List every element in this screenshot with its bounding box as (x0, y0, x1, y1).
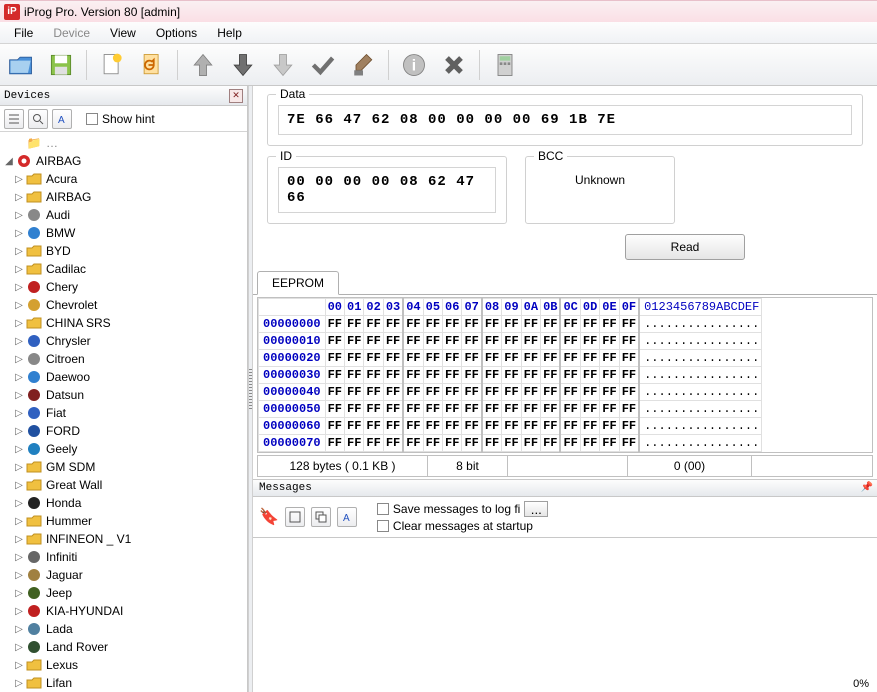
tree-item-datsun[interactable]: ▷Datsun (0, 386, 247, 404)
menu-file[interactable]: File (4, 23, 43, 43)
title-bar: iP iProg Pro. Version 80 [admin] (0, 0, 877, 22)
menu-bar: FileDeviceViewOptionsHelp (0, 22, 877, 44)
messages-header: Messages 📌 (253, 479, 877, 497)
new-doc-button[interactable] (95, 48, 129, 82)
tree-root-airbag[interactable]: ◢AIRBAG (0, 152, 247, 170)
pin-icon[interactable]: 📌 (861, 482, 873, 494)
tree-item-ford[interactable]: ▷FORD (0, 422, 247, 440)
tree-item-lada[interactable]: ▷Lada (0, 620, 247, 638)
tree-item-lexus[interactable]: ▷Lexus (0, 656, 247, 674)
show-hint-checkbox[interactable] (86, 113, 98, 125)
search-button[interactable] (28, 109, 48, 129)
window-title: iProg Pro. Version 80 [admin] (24, 5, 180, 19)
tree-item-gm-sdm[interactable]: ▷GM SDM (0, 458, 247, 476)
svg-text:A: A (343, 513, 350, 523)
save-log-label: Save messages to log fi (393, 502, 520, 516)
status-bits: 8 bit (428, 456, 508, 476)
msg-btn-3[interactable]: A (337, 507, 357, 527)
download-button[interactable] (226, 48, 260, 82)
tree-item-lifan[interactable]: ▷Lifan (0, 674, 247, 692)
svg-text:A: A (58, 115, 65, 125)
info-button[interactable]: i (397, 48, 431, 82)
clear-startup-label: Clear messages at startup (393, 519, 533, 533)
menu-options[interactable]: Options (146, 23, 207, 43)
messages-body: 0% (253, 537, 877, 692)
list-view-button[interactable] (4, 109, 24, 129)
tree-item-acura[interactable]: ▷Acura (0, 170, 247, 188)
svg-text:i: i (412, 57, 416, 74)
tree-item-infiniti[interactable]: ▷Infiniti (0, 548, 247, 566)
tab-eeprom[interactable]: EEPROM (257, 271, 339, 295)
tree-item-jaguar[interactable]: ▷Jaguar (0, 566, 247, 584)
app-icon: iP (4, 4, 20, 20)
tree-item-hummer[interactable]: ▷Hummer (0, 512, 247, 530)
tree-item-bmw[interactable]: ▷BMW (0, 224, 247, 242)
menu-view[interactable]: View (100, 23, 146, 43)
tree-item-citroen[interactable]: ▷Citroen (0, 350, 247, 368)
status-last (752, 456, 872, 476)
tree-item-fiat[interactable]: ▷Fiat (0, 404, 247, 422)
tree-item-honda[interactable]: ▷Honda (0, 494, 247, 512)
progress-pct: 0% (853, 678, 869, 690)
menu-help[interactable]: Help (207, 23, 252, 43)
devices-toolbar: A Show hint (0, 106, 247, 132)
bcc-value: Unknown (536, 167, 664, 193)
read-button[interactable]: Read (625, 234, 745, 260)
status-size: 128 bytes ( 0.1 KB ) (258, 456, 428, 476)
tree-item-cadilac[interactable]: ▷Cadilac (0, 260, 247, 278)
tree-item-infineon-v1[interactable]: ▷INFINEON _ V1 (0, 530, 247, 548)
upload-button[interactable] (186, 48, 220, 82)
messages-toolbar: 🔖 A Save messages to log fi ... Clear me… (253, 497, 877, 537)
devices-tree[interactable]: 📁…◢AIRBAG▷Acura▷AIRBAG▷Audi▷BMW▷BYD▷Cadi… (0, 132, 247, 692)
save-log-checkbox[interactable] (377, 503, 389, 515)
check-button[interactable] (306, 48, 340, 82)
clear-startup-checkbox[interactable] (377, 520, 389, 532)
tab-bar: EEPROM (253, 270, 877, 295)
id-fieldset: ID 00 00 00 00 08 62 47 66 (267, 156, 507, 224)
tree-item-chevrolet[interactable]: ▷Chevrolet (0, 296, 247, 314)
refresh-doc-button[interactable] (135, 48, 169, 82)
status-bar: 128 bytes ( 0.1 KB ) 8 bit 0 (00) (257, 455, 873, 477)
tree-item-byd[interactable]: ▷BYD (0, 242, 247, 260)
tree-item-china-srs[interactable]: ▷CHINA SRS (0, 314, 247, 332)
save-file-button[interactable] (44, 48, 78, 82)
show-hint-label: Show hint (102, 112, 155, 126)
close-panel-button[interactable]: ✕ (229, 89, 243, 103)
open-file-button[interactable] (4, 48, 38, 82)
tree-item-chery[interactable]: ▷Chery (0, 278, 247, 296)
msg-btn-1[interactable] (285, 507, 305, 527)
bulk-down-button[interactable] (266, 48, 300, 82)
tree-item-great-wall[interactable]: ▷Great Wall (0, 476, 247, 494)
data-fieldset: Data 7E 66 47 62 08 00 00 00 00 69 1B 7E (267, 94, 863, 146)
hex-editor[interactable]: 000102030405060708090A0B0C0D0E0F01234567… (257, 297, 873, 453)
tree-item-jeep[interactable]: ▷Jeep (0, 584, 247, 602)
cancel-button[interactable] (437, 48, 471, 82)
font-button[interactable]: A (52, 109, 72, 129)
calculator-button[interactable] (488, 48, 522, 82)
data-value[interactable]: 7E 66 47 62 08 00 00 00 00 69 1B 7E (278, 105, 852, 135)
tree-item-daewoo[interactable]: ▷Daewoo (0, 368, 247, 386)
tree-item-audi[interactable]: ▷Audi (0, 206, 247, 224)
tree-item-geely[interactable]: ▷Geely (0, 440, 247, 458)
id-value[interactable]: 00 00 00 00 08 62 47 66 (278, 167, 496, 213)
msg-btn-2[interactable] (311, 507, 331, 527)
status-empty (508, 456, 628, 476)
browse-log-button[interactable]: ... (524, 501, 548, 517)
brush-button[interactable] (346, 48, 380, 82)
menu-device[interactable]: Device (43, 23, 100, 43)
tree-item-chrysler[interactable]: ▷Chrysler (0, 332, 247, 350)
tree-item-airbag[interactable]: ▷AIRBAG (0, 188, 247, 206)
status-pos: 0 (00) (628, 456, 752, 476)
main-toolbar: i (0, 44, 877, 86)
tree-item-land-rover[interactable]: ▷Land Rover (0, 638, 247, 656)
flag-icon: 🔖 (259, 507, 279, 527)
bcc-fieldset: BCC Unknown (525, 156, 675, 224)
tree-item-kia-hyundai[interactable]: ▷KIA-HYUNDAI (0, 602, 247, 620)
devices-panel-header: Devices ✕ (0, 86, 247, 106)
